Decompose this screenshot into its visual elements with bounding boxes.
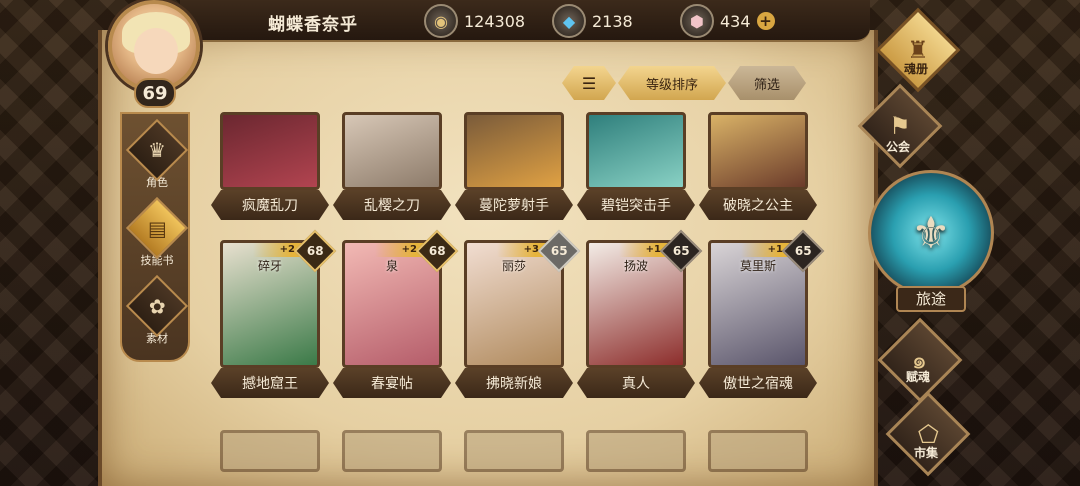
hero-card-locked[interactable] xyxy=(704,430,812,472)
blue-crystal-icon: ◆ xyxy=(552,4,586,38)
hero-portrait xyxy=(464,430,564,472)
hero-card-locked[interactable] xyxy=(216,430,324,472)
hero-card-locked[interactable] xyxy=(582,430,690,472)
character-mask-icon: ♛ xyxy=(125,118,189,182)
gem-value: 434 xyxy=(720,11,751,31)
gold-resource: ◉ 124308 xyxy=(424,4,525,38)
hero-card[interactable]: +1 莫里斯 65 傲世之宿魂 xyxy=(704,229,825,398)
left-nav: ♛ 角色 ▤ 技能书 ✿ 素材 xyxy=(120,112,190,362)
hero-card-locked[interactable] xyxy=(338,430,446,472)
menu-soul-book[interactable]: ♜ 魂册 xyxy=(870,7,962,93)
hero-name: 拂晓新娘 xyxy=(455,368,573,398)
hero-name: 傲世之宿魂 xyxy=(699,368,817,398)
hero-card[interactable]: +3 丽莎 65 拂晓新娘 xyxy=(460,229,581,398)
hero-portrait xyxy=(342,430,442,472)
hero-portrait xyxy=(342,112,442,190)
hero-card[interactable]: +2 泉 68 春宴帖 xyxy=(338,229,459,398)
nav-item-skill-book[interactable]: ▤ 技能书 xyxy=(122,196,192,268)
hero-name: 破晓之公主 xyxy=(699,190,817,220)
hero-card[interactable]: +2 碎牙 68 撼地窟王 xyxy=(216,229,337,398)
menu-label: 魂册 xyxy=(903,62,928,76)
nav-item-material[interactable]: ✿ 素材 xyxy=(122,274,192,346)
hero-card[interactable]: 乱樱之刀 xyxy=(338,112,446,220)
hero-portrait xyxy=(708,430,808,472)
market-icon: ⬠ xyxy=(885,391,971,477)
hero-portrait xyxy=(586,112,686,190)
hero-card[interactable]: +1 扬波 65 真人 xyxy=(582,229,703,398)
hero-card[interactable]: 疯魔乱刀 xyxy=(216,112,324,220)
hero-name: 蔓陀萝射手 xyxy=(455,190,573,220)
material-icon: ✿ xyxy=(125,274,189,338)
soul-book-icon: ♜ xyxy=(875,7,961,93)
crystal-resource: ◆ 2138 xyxy=(552,4,633,38)
gem-resource: ⬢ 434 + xyxy=(680,4,775,38)
menu-market[interactable]: ⬠ 市集 xyxy=(880,391,972,477)
hero-card[interactable]: 破晓之公主 xyxy=(704,112,812,220)
gold-coin-icon: ◉ xyxy=(424,4,458,38)
hero-card-locked[interactable] xyxy=(460,430,568,472)
hero-portrait xyxy=(464,112,564,190)
level-sort-button[interactable]: 等级排序 xyxy=(618,66,726,100)
hero-name: 真人 xyxy=(577,368,695,398)
hero-name: 疯魔乱刀 xyxy=(211,190,329,220)
sort-lines-icon: ☰ xyxy=(581,73,597,93)
crystal-value: 2138 xyxy=(592,11,633,31)
hero-name: 碧铠突击手 xyxy=(577,190,695,220)
hero-portrait xyxy=(220,430,320,472)
player-name: 蝴蝶香奈乎 xyxy=(268,15,358,35)
hero-name: 撼地窟王 xyxy=(211,368,329,398)
hero-portrait xyxy=(220,112,320,190)
journey-compass-icon: ⚜ xyxy=(868,170,994,296)
gold-value: 124308 xyxy=(464,11,526,31)
player-level-badge: 69 xyxy=(134,78,176,108)
menu-spirit[interactable]: ๑ 赋魂 xyxy=(872,317,964,403)
nav-item-character[interactable]: ♛ 角色 xyxy=(122,118,192,190)
guild-icon: ⚑ xyxy=(857,83,943,169)
menu-label: 市集 xyxy=(913,446,938,460)
journey-label: 旅途 xyxy=(896,286,966,312)
hero-card[interactable]: 蔓陀萝射手 xyxy=(460,112,568,220)
add-gem-button[interactable]: + xyxy=(756,12,775,30)
hero-portrait xyxy=(708,112,808,190)
journey-button[interactable]: ⚜ 旅途 xyxy=(868,170,994,312)
avatar-face xyxy=(134,28,178,74)
filter-button[interactable]: 筛选 xyxy=(728,66,806,100)
pink-gem-icon: ⬢ xyxy=(680,4,714,38)
hero-name: 春宴帖 xyxy=(333,368,451,398)
menu-label: 公会 xyxy=(885,140,910,154)
hero-portrait xyxy=(586,430,686,472)
menu-guild[interactable]: ⚑ 公会 xyxy=(852,83,944,169)
hero-name: 乱樱之刀 xyxy=(333,190,451,220)
menu-label: 赋魂 xyxy=(905,370,930,384)
spirit-icon: ๑ xyxy=(877,317,963,403)
hero-card[interactable]: 碧铠突击手 xyxy=(582,112,690,220)
player-avatar-frame[interactable]: 69 xyxy=(92,0,220,112)
skill-book-icon: ▤ xyxy=(125,196,189,260)
